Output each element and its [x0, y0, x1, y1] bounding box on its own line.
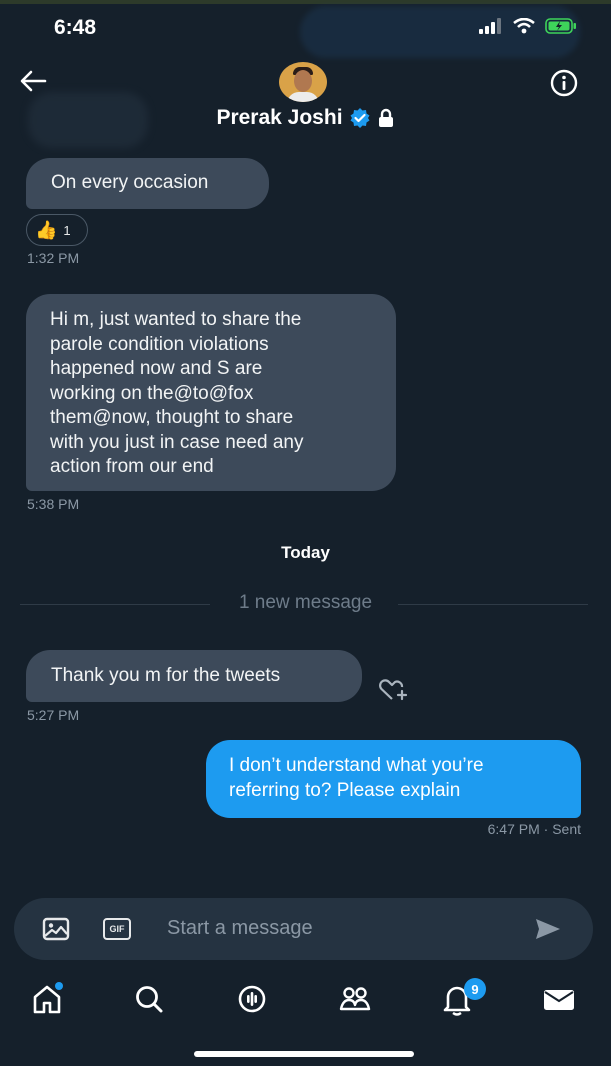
back-arrow-icon[interactable] — [18, 66, 48, 96]
messages-envelope-icon[interactable] — [542, 982, 576, 1016]
reaction-count: 1 — [63, 222, 71, 238]
message-line: action from our end — [50, 456, 214, 477]
home-unread-dot — [55, 982, 63, 990]
info-icon[interactable] — [549, 68, 579, 98]
search-icon[interactable] — [132, 982, 166, 1016]
message-line: Hi m, just wanted to share the — [50, 309, 302, 330]
message-timestamp: 5:27 PM — [27, 707, 80, 723]
message-bubble[interactable]: Thank you m for the tweets — [26, 650, 362, 702]
message-text: Thank you m for the tweets — [51, 664, 281, 686]
send-icon[interactable] — [534, 916, 562, 942]
top-strip — [0, 0, 611, 4]
signal-icon — [479, 18, 501, 34]
message-line: with you just in case need any — [50, 431, 304, 453]
notification-badge: 9 — [464, 978, 486, 1000]
message-bubble[interactable]: Hi m, just wanted to share the parole co… — [26, 294, 396, 491]
spaces-icon[interactable] — [235, 982, 269, 1016]
contact-name: Prerak Joshi — [216, 106, 343, 129]
bottom-nav — [0, 976, 611, 1022]
battery-icon — [545, 18, 576, 34]
communities-icon[interactable] — [338, 982, 372, 1016]
image-icon[interactable] — [42, 917, 70, 941]
verified-badge-icon — [350, 108, 370, 128]
message-line: working on the@to@fox — [50, 382, 254, 404]
add-reaction-heart-icon[interactable] — [378, 678, 410, 702]
message-timestamp: 5:38 PM — [27, 496, 80, 512]
lock-icon — [378, 108, 393, 127]
message-text: On every occasion — [51, 172, 209, 194]
message-timestamp: 6:47 PM · Sent — [487, 821, 581, 837]
conversation-header[interactable]: Prerak Joshi — [0, 106, 611, 130]
message-line: I don’t understand what you’re — [229, 755, 484, 776]
message-composer[interactable]: GIF Start a message — [14, 898, 593, 960]
message-timestamp: 1:32 PM — [27, 250, 80, 266]
home-indicator[interactable] — [194, 1051, 414, 1057]
gif-icon[interactable]: GIF — [103, 918, 131, 940]
status-icons — [479, 18, 577, 34]
message-line: referring to? Please explain — [229, 779, 461, 801]
sent-message-bubble[interactable]: I don’t understand what you’re referring… — [206, 740, 581, 818]
day-separator: Today — [281, 543, 330, 562]
message-bubble[interactable]: On every occasion — [26, 158, 269, 209]
message-input[interactable]: Start a message — [167, 917, 313, 940]
status-time: 6:48 — [54, 16, 97, 39]
message-line: them@now, thought to share — [50, 407, 294, 428]
avatar[interactable] — [279, 62, 327, 102]
wifi-icon — [513, 18, 535, 34]
message-line: happened now and S are — [50, 358, 263, 379]
message-line: parole condition violations — [50, 333, 269, 355]
new-message-divider: 1 new message — [238, 592, 373, 613]
thumbs-up-icon: 👍 — [35, 219, 58, 240]
reaction-pill[interactable]: 👍 1 — [26, 214, 88, 246]
